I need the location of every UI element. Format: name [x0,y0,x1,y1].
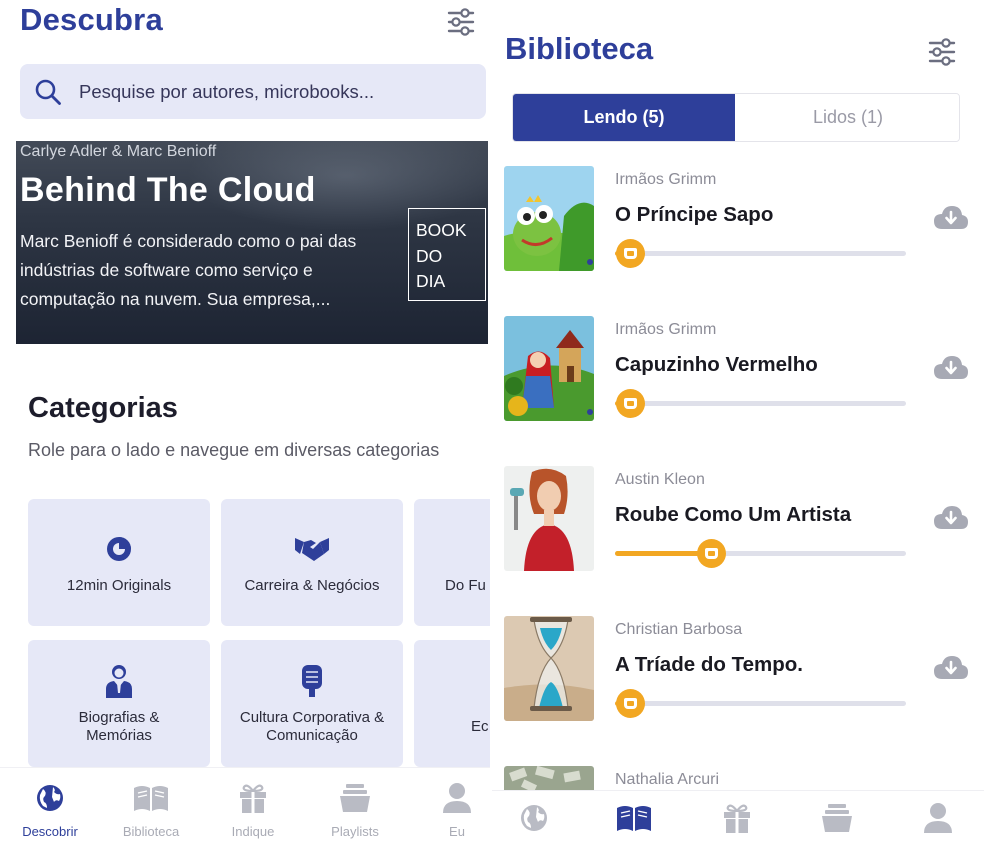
badge-line: BOOK [416,220,467,240]
tab-read[interactable]: Lidos (1) [735,94,959,141]
nav-refer[interactable]: Indique [208,780,298,839]
nav-refer[interactable] [717,803,757,837]
nav-label: Playlists [331,824,379,839]
category-card-partial[interactable]: Do Fu [414,499,490,626]
reading-tabs: Lendo (5) Lidos (1) [512,93,960,142]
nav-label: Biblioteca [122,824,180,839]
book-of-the-day-badge: BOOK DO DIA [408,208,486,301]
gift-icon [237,780,269,816]
category-label: 12min Originals [66,576,172,594]
nav-me[interactable] [918,802,958,839]
book-title: O Príncipe Sapo [615,203,774,226]
search-icon [33,77,63,107]
category-label: Carreira & Negócios [244,576,380,594]
progress-slider[interactable] [615,539,906,568]
progress-slider[interactable] [615,239,906,268]
progress-slider[interactable] [615,689,906,718]
person-suit-icon [103,663,135,699]
book-title: Roube Como Um Artista [615,503,852,526]
category-card-career[interactable]: Carreira & Negócios [221,499,403,626]
book-icon [133,780,169,816]
category-label: Biografias & Memórias [78,708,160,744]
nav-library[interactable] [614,803,654,837]
nav-label: Eu [449,824,465,839]
hero-description: Marc Benioff é considerado como o pai da… [20,231,357,309]
list-item: Irmãos Grimm O Príncipe Sapo [504,166,974,276]
download-icon[interactable] [932,351,970,383]
book-title: Capuzinho Vermelho [615,353,818,376]
progress-handle[interactable] [615,239,645,268]
book-author: Austin Kleon [615,471,705,488]
book-icon [616,804,652,837]
category-label: Ec [471,717,489,735]
filter-icon[interactable] [445,6,477,38]
tab-reading[interactable]: Lendo (5) [513,94,735,141]
category-card-originals[interactable]: 12min Originals [28,499,210,626]
nav-playlists[interactable]: Playlists [310,780,400,839]
hero-authors: Carlye Adler & Marc Benioff [20,143,217,160]
category-label: Do Fu [445,576,486,594]
book-cover[interactable] [504,166,594,271]
bottom-nav [492,790,984,845]
category-card-corporate-culture[interactable]: Cultura Corporativa & Comunicação [221,640,403,767]
page-title: Biblioteca [505,31,654,66]
list-item: Austin Kleon Roube Como Um Artista [504,466,974,576]
globe-icon [35,780,65,816]
download-icon[interactable] [932,651,970,683]
categories-subtitle: Role para o lado e navegue em diversas c… [28,440,440,460]
book-author: Christian Barbosa [615,621,743,638]
book-author: Irmãos Grimm [615,171,717,188]
nav-discover[interactable]: Descobrir [5,780,95,839]
book-cover[interactable] [504,466,594,571]
book-author: Nathalia Arcuri [615,771,720,788]
hero-book-title: Behind The Cloud [20,171,316,209]
badge-line: DIA [416,271,446,291]
nav-library[interactable]: Biblioteca [106,780,196,839]
microphone-icon [300,663,324,699]
discover-screen: Descubra Carlye Adler & Marc Benioff Beh… [0,0,490,845]
progress-handle[interactable] [615,689,645,718]
progress-slider[interactable] [615,389,906,418]
user-icon [923,802,953,839]
library-screen: Biblioteca Lendo (5) Lidos (1) Irmãos Gr… [492,0,984,845]
nav-discover[interactable] [514,803,554,837]
book-cover[interactable] [504,316,594,421]
progress-handle[interactable] [697,539,727,568]
page-title: Descubra [20,2,163,37]
download-icon[interactable] [932,501,970,533]
nav-playlists[interactable] [817,803,857,837]
nav-me[interactable]: Eu [412,780,490,839]
gift-icon [721,802,753,839]
globe-icon [519,803,549,838]
download-icon[interactable] [932,201,970,233]
list-item: Christian Barbosa A Tríade do Tempo. [504,616,974,726]
bottom-nav: Descobrir Biblioteca Indique Playlists E… [0,767,490,845]
search-input[interactable] [79,80,439,103]
book-author: Irmãos Grimm [615,321,717,338]
handshake-icon [294,531,330,567]
category-card-biographies[interactable]: Biografias & Memórias [28,640,210,767]
category-label: Cultura Corporativa & Comunicação [239,708,385,744]
search-bar[interactable] [20,64,486,119]
progress-handle[interactable] [615,389,645,418]
categories-title: Categorias [28,392,178,424]
book-of-the-day-banner[interactable]: Carlye Adler & Marc Benioff Behind The C… [16,141,488,344]
badge-line: DO [416,245,443,266]
playlist-icon [821,803,853,838]
book-cover[interactable] [504,616,594,721]
playlist-icon [339,780,371,816]
user-icon [442,780,472,816]
list-item: Irmãos Grimm Capuzinho Vermelho [504,316,974,426]
category-card-partial[interactable]: Ec [414,640,490,767]
originals-icon [105,531,133,567]
nav-label: Indique [231,824,275,839]
nav-label: Descobrir [22,824,78,839]
book-title: A Tríade do Tempo. [615,653,803,676]
filter-icon[interactable] [926,36,958,68]
